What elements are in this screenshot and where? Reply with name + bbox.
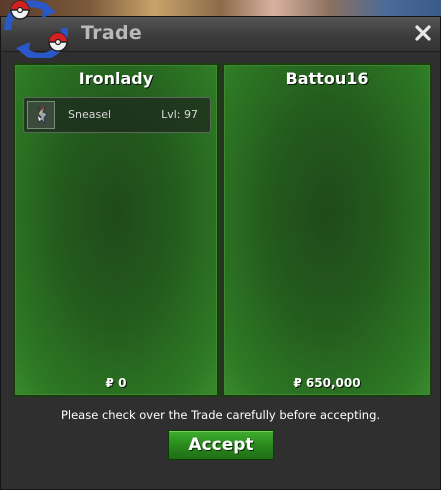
accept-button[interactable]: Accept xyxy=(168,430,274,460)
trade-swap-icon xyxy=(4,0,68,58)
pokemon-level: Lvl: 97 xyxy=(161,108,198,121)
pokemon-name: Sneasel xyxy=(68,108,112,121)
game-scene: Trade Ironlady Sneasel Lvl: 97 ₽ 0 Batto… xyxy=(0,0,441,490)
sneasel-sprite-icon xyxy=(27,101,55,129)
window-title: Trade xyxy=(81,22,143,44)
right-trade-panel: Battou16 ₽ 650,000 xyxy=(222,63,432,397)
left-money-offer: ₽ 0 xyxy=(105,376,127,390)
pokemon-slot[interactable]: Sneasel Lvl: 97 xyxy=(23,97,211,133)
trade-window: Trade Ironlady Sneasel Lvl: 97 ₽ 0 Batto… xyxy=(0,16,441,490)
left-trade-panel: Ironlady Sneasel Lvl: 97 ₽ 0 xyxy=(13,63,219,397)
trade-notice: Please check over the Trade carefully be… xyxy=(60,408,381,422)
left-player-name: Ironlady xyxy=(78,69,154,88)
right-player-name: Battou16 xyxy=(285,69,369,88)
right-money-offer: ₽ 650,000 xyxy=(293,376,361,390)
close-icon[interactable] xyxy=(413,23,433,43)
